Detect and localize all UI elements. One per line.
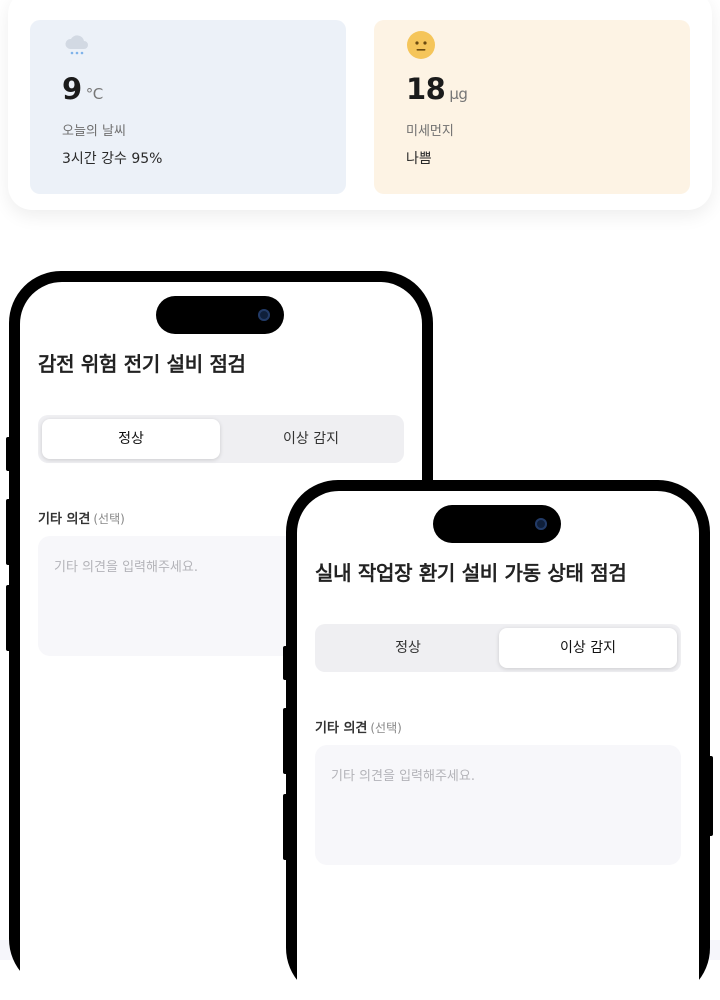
rain-cloud-icon xyxy=(65,35,88,55)
status-segmented-control: 정상 이상 감지 xyxy=(315,624,681,672)
temperature-value: 9 °C xyxy=(62,72,103,106)
fine-dust-tile[interactable]: 18 μg 미세먼지 나쁨 xyxy=(374,20,690,194)
neutral-face-icon xyxy=(407,31,435,59)
option-anomaly-button[interactable]: 이상 감지 xyxy=(499,628,677,668)
comment-textarea[interactable]: 기타 의견을 입력해주세요. xyxy=(315,745,681,865)
camera-icon xyxy=(535,518,547,530)
camera-icon xyxy=(258,309,270,321)
fine-dust-label: 미세먼지 xyxy=(406,124,454,139)
dynamic-island xyxy=(433,505,561,543)
status-segmented-control: 정상 이상 감지 xyxy=(38,415,404,463)
optional-hint: (선택) xyxy=(370,721,402,735)
option-normal-button[interactable]: 정상 xyxy=(42,419,220,459)
phone-mockup-ventilation: 실내 작업장 환기 설비 가동 상태 점검 정상 이상 감지 기타 의견 (선택)… xyxy=(283,480,713,1000)
option-normal-button[interactable]: 정상 xyxy=(319,628,497,668)
comment-placeholder: 기타 의견을 입력해주세요. xyxy=(331,769,475,784)
phone-screen: 실내 작업장 환기 설비 가동 상태 점검 정상 이상 감지 기타 의견 (선택)… xyxy=(297,491,699,1000)
phone-side-button xyxy=(708,756,713,836)
phone-side-button xyxy=(6,585,11,651)
fine-dust-value: 18 μg xyxy=(406,72,468,106)
weather-tile[interactable]: 9 °C 오늘의 날씨 3시간 강수 95% xyxy=(30,20,346,194)
option-anomaly-button[interactable]: 이상 감지 xyxy=(222,419,400,459)
comment-placeholder: 기타 의견을 입력해주세요. xyxy=(54,560,198,575)
phone-side-button xyxy=(283,708,288,774)
weather-label: 오늘의 날씨 xyxy=(62,124,126,139)
comment-label: 기타 의견 (선택) xyxy=(38,512,125,527)
checklist-title: 감전 위험 전기 설비 점검 xyxy=(38,352,246,376)
checklist-title: 실내 작업장 환기 설비 가동 상태 점검 xyxy=(315,561,627,585)
dynamic-island xyxy=(156,296,284,334)
fine-dust-status: 나쁨 xyxy=(406,151,432,167)
temperature-unit: °C xyxy=(85,85,103,103)
phone-side-button xyxy=(283,646,288,680)
precipitation-text: 3시간 강수 95% xyxy=(62,151,163,167)
comment-label: 기타 의견 (선택) xyxy=(315,721,402,736)
status-summary-card: 9 °C 오늘의 날씨 3시간 강수 95% 18 μg 미세먼지 나쁨 xyxy=(8,0,712,210)
phone-side-button xyxy=(6,437,11,471)
optional-hint: (선택) xyxy=(93,512,125,526)
phone-side-button xyxy=(6,499,11,565)
fine-dust-unit: μg xyxy=(449,85,468,103)
phone-side-button xyxy=(283,794,288,860)
